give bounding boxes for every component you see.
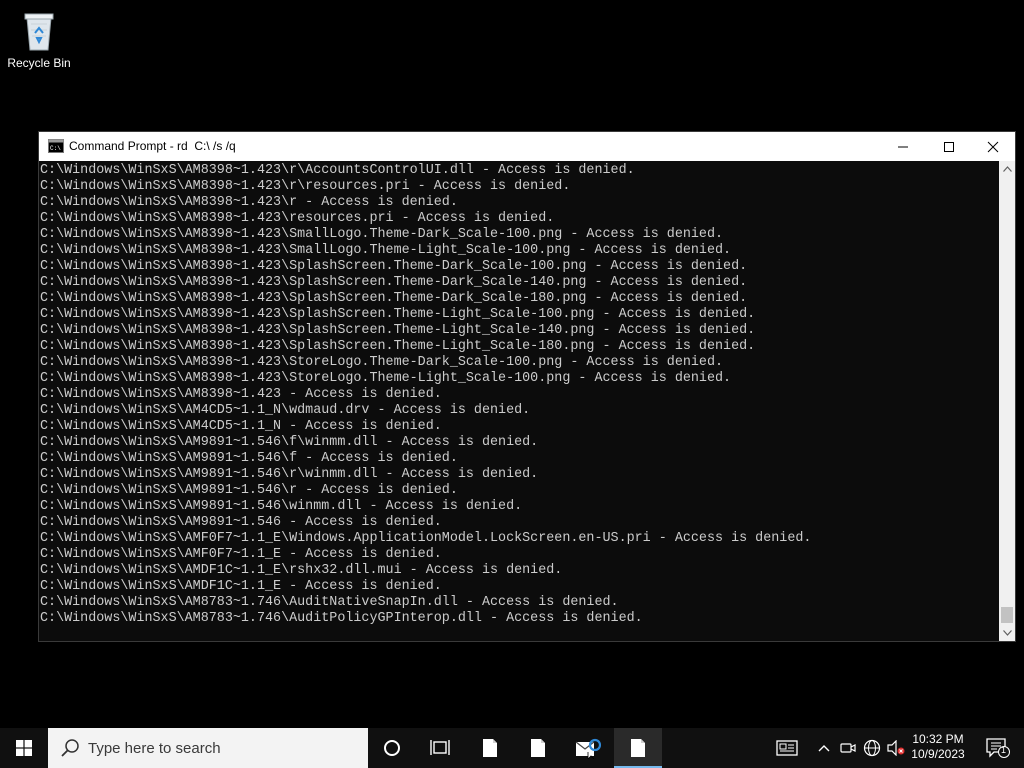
console-line: C:\Windows\WinSxS\AM8783~1.746\AuditNati… [40,595,619,610]
console-output[interactable]: C:\Windows\WinSxS\AM8398~1.423\r\Account… [39,161,999,641]
file-icon [531,739,545,757]
volume-muted-icon [887,740,905,756]
network-icon [863,739,881,757]
volume-button[interactable] [884,728,908,768]
meet-now-button[interactable] [836,728,860,768]
console-line: C:\Windows\WinSxS\AM8398~1.423 - Access … [40,387,442,402]
show-hidden-icons-button[interactable] [812,728,836,768]
console-line: C:\Windows\WinSxS\AMDF1C~1.1_E - Access … [40,579,442,594]
minimize-icon [898,146,908,147]
console-line: C:\Windows\WinSxS\AM9891~1.546\f - Acces… [40,451,458,466]
console-line: C:\Windows\WinSxS\AM9891~1.546 - Access … [40,515,442,530]
console-line: C:\Windows\WinSxS\AM8398~1.423\SmallLogo… [40,227,724,242]
scrollbar-thumb[interactable] [1001,607,1013,623]
console-line: C:\Windows\WinSxS\AM8398~1.423\SplashScr… [40,307,756,322]
desktop: Recycle Bin C:\ Command Prompt - rd C:\ … [0,0,1024,718]
scroll-up-button[interactable] [999,161,1015,177]
search-box[interactable]: Type here to search [48,728,368,768]
console-line: C:\Windows\WinSxS\AM8783~1.746\AuditPoli… [40,611,643,626]
console-line: C:\Windows\WinSxS\AMF0F7~1.1_E - Access … [40,547,442,562]
console-line: C:\Windows\WinSxS\AM9891~1.546\winmm.dll… [40,499,523,514]
taskbar-app-file-1[interactable] [468,728,512,768]
taskbar-app-file-active[interactable] [614,728,662,768]
windows-logo-icon [16,740,32,756]
minimize-button[interactable] [880,132,926,161]
start-button[interactable] [0,728,48,768]
search-placeholder: Type here to search [88,740,221,757]
chevron-down-icon [1002,630,1012,636]
console-line: C:\Windows\WinSxS\AM8398~1.423\r\Account… [40,163,635,178]
chevron-up-icon [1002,166,1012,172]
cmd-icon: C:\ [48,139,64,153]
console-line: C:\Windows\WinSxS\AM8398~1.423\StoreLogo… [40,355,724,370]
vertical-scrollbar[interactable] [999,161,1015,641]
command-prompt-window[interactable]: C:\ Command Prompt - rd C:\ /s /q C:\Win… [38,131,1016,642]
console-line: C:\Windows\WinSxS\AM8398~1.423\SplashScr… [40,291,748,306]
task-view-icon [430,740,450,755]
file-icon [483,739,497,757]
desktop-icon-recycle-bin[interactable]: Recycle Bin [4,6,74,70]
console-line: C:\Windows\WinSxS\AM8398~1.423\SmallLogo… [40,243,732,258]
recycle-bin-icon [24,13,54,51]
console-line: C:\Windows\WinSxS\AM8398~1.423\resources… [40,211,555,226]
console-line: C:\Windows\WinSxS\AM4CD5~1.1_N - Access … [40,419,442,434]
console-line: C:\Windows\WinSxS\AM8398~1.423\SplashScr… [40,259,748,274]
desktop-icon-label: Recycle Bin [7,56,71,70]
action-center-button[interactable]: 1 [978,728,1018,768]
file-icon [631,739,645,757]
console-line: C:\Windows\WinSxS\AM8398~1.423\SplashScr… [40,275,748,290]
news-button[interactable] [774,728,800,768]
scroll-down-button[interactable] [999,625,1015,641]
taskbar: Type here to search 10:32 PM 10/9/2023 1 [0,728,1024,768]
console-line: C:\Windows\WinSxS\AMDF1C~1.1_E\rshx32.dl… [40,563,563,578]
cortana-button[interactable] [370,728,414,768]
console-line: C:\Windows\WinSxS\AM8398~1.423\StoreLogo… [40,371,732,386]
console-line: C:\Windows\WinSxS\AM8398~1.423\SplashScr… [40,323,756,338]
taskbar-app-mail[interactable] [566,728,610,768]
svg-text:C:\: C:\ [50,145,61,152]
console-line: C:\Windows\WinSxS\AM8398~1.423\r\resourc… [40,179,571,194]
maximize-icon [944,141,954,152]
news-icon [776,740,798,756]
taskbar-app-file-2[interactable] [516,728,560,768]
network-button[interactable] [860,728,884,768]
clock-date: 10/9/2023 [911,747,965,761]
search-icon [61,739,79,757]
clock-time: 10:32 PM [912,732,964,746]
console-line: C:\Windows\WinSxS\AM9891~1.546\r - Acces… [40,483,458,498]
notification-count-badge: 1 [1001,745,1007,755]
mail-icon [575,738,601,759]
console-line: C:\Windows\WinSxS\AM8398~1.423\SplashScr… [40,339,756,354]
window-title: Command Prompt - rd C:\ /s /q [69,139,236,153]
close-icon [987,141,999,152]
maximize-button[interactable] [926,132,972,161]
cortana-icon [384,740,400,756]
close-button[interactable] [970,132,1016,161]
meet-now-icon [840,743,856,753]
console-line: C:\Windows\WinSxS\AM9891~1.546\r\winmm.d… [40,467,539,482]
task-view-button[interactable] [418,728,462,768]
console-line: C:\Windows\WinSxS\AMF0F7~1.1_E\Windows.A… [40,531,812,546]
notification-icon [986,738,1010,758]
chevron-up-icon [818,745,830,752]
window-titlebar[interactable]: C:\ Command Prompt - rd C:\ /s /q [39,132,1015,161]
console-line: C:\Windows\WinSxS\AM4CD5~1.1_N\wdmaud.dr… [40,403,531,418]
console-line: C:\Windows\WinSxS\AM8398~1.423\r - Acces… [40,195,458,210]
clock[interactable]: 10:32 PM 10/9/2023 [908,728,968,768]
console-line: C:\Windows\WinSxS\AM9891~1.546\f\winmm.d… [40,435,539,450]
